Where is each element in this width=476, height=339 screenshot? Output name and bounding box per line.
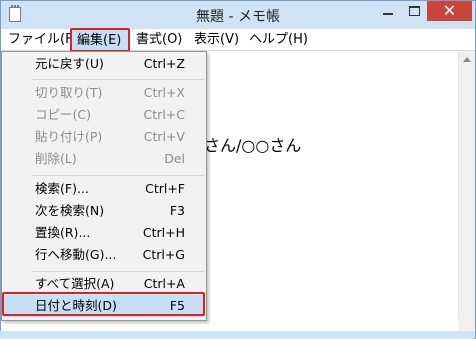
menu-item-undo[interactable]: 元に戻す(U) Ctrl+Z (3, 53, 205, 75)
menu-item-replace[interactable]: 置換(R)... Ctrl+H (3, 222, 205, 244)
edit-menu-dropdown: 元に戻す(U) Ctrl+Z 切り取り(T) Ctrl+X コピー(C) Ctr… (1, 51, 207, 321)
menu-item-shortcut: Ctrl+C (143, 107, 185, 122)
menu-item-label: 切り取り(T) (35, 85, 103, 100)
window-bottom-border (0, 331, 474, 339)
menu-item-shortcut: Ctrl+F (145, 181, 185, 196)
menu-item-label: コピー(C) (35, 107, 91, 122)
close-button[interactable]: ✕ (427, 1, 472, 21)
menu-separator (32, 271, 204, 272)
scroll-up-arrow-icon[interactable] (463, 57, 471, 62)
menu-item-shortcut: Ctrl+H (142, 225, 185, 240)
menu-item-label: 検索(F)... (35, 181, 89, 196)
menu-item-copy: コピー(C) Ctrl+C (3, 104, 205, 126)
menu-item-label: 行へ移動(G)... (35, 247, 117, 262)
menu-format[interactable]: 書式(O) (136, 29, 182, 50)
menu-item-find-next[interactable]: 次を検索(N) F3 (3, 200, 205, 222)
title-bar[interactable]: 無題 - メモ帳 ✕ (1, 1, 475, 30)
menu-item-shortcut: Ctrl+V (143, 129, 185, 144)
menu-item-paste: 貼り付け(P) Ctrl+V (3, 126, 205, 148)
menu-file[interactable]: ファイル(F) (8, 29, 78, 50)
menu-item-find[interactable]: 検索(F)... Ctrl+F (3, 178, 205, 200)
menu-item-label: 置換(R)... (35, 225, 91, 240)
menu-separator (32, 79, 204, 80)
document-text: さん/○○さん (204, 136, 302, 155)
date-time-highlight (2, 292, 205, 316)
menu-separator (32, 175, 204, 176)
resize-grip[interactable] (458, 316, 474, 332)
menu-item-label: 削除(L) (35, 151, 77, 166)
menu-item-shortcut: Ctrl+G (142, 247, 185, 262)
menu-item-cut: 切り取り(T) Ctrl+X (3, 82, 205, 104)
menu-item-shortcut: Ctrl+X (143, 85, 185, 100)
menu-item-label: 次を検索(N) (35, 203, 105, 218)
menu-item-label: 貼り付け(P) (35, 129, 103, 144)
menu-help[interactable]: ヘルプ(H) (249, 29, 308, 50)
close-icon: ✕ (442, 1, 457, 20)
menu-item-shortcut: Ctrl+Z (143, 56, 185, 71)
menu-item-delete: 削除(L) Del (3, 148, 205, 170)
minimize-button[interactable] (375, 1, 401, 21)
vertical-scrollbar[interactable] (458, 51, 475, 331)
menu-item-go-to-line[interactable]: 行へ移動(G)... Ctrl+G (3, 244, 205, 266)
menu-item-label: 元に戻す(U) (35, 56, 104, 71)
maximize-button[interactable] (401, 1, 427, 21)
menu-view[interactable]: 表示(V) (194, 29, 239, 50)
menu-item-shortcut: F3 (169, 203, 185, 218)
menu-item-shortcut: Del (164, 151, 185, 166)
menu-edit[interactable]: 編集(E) (77, 30, 121, 51)
